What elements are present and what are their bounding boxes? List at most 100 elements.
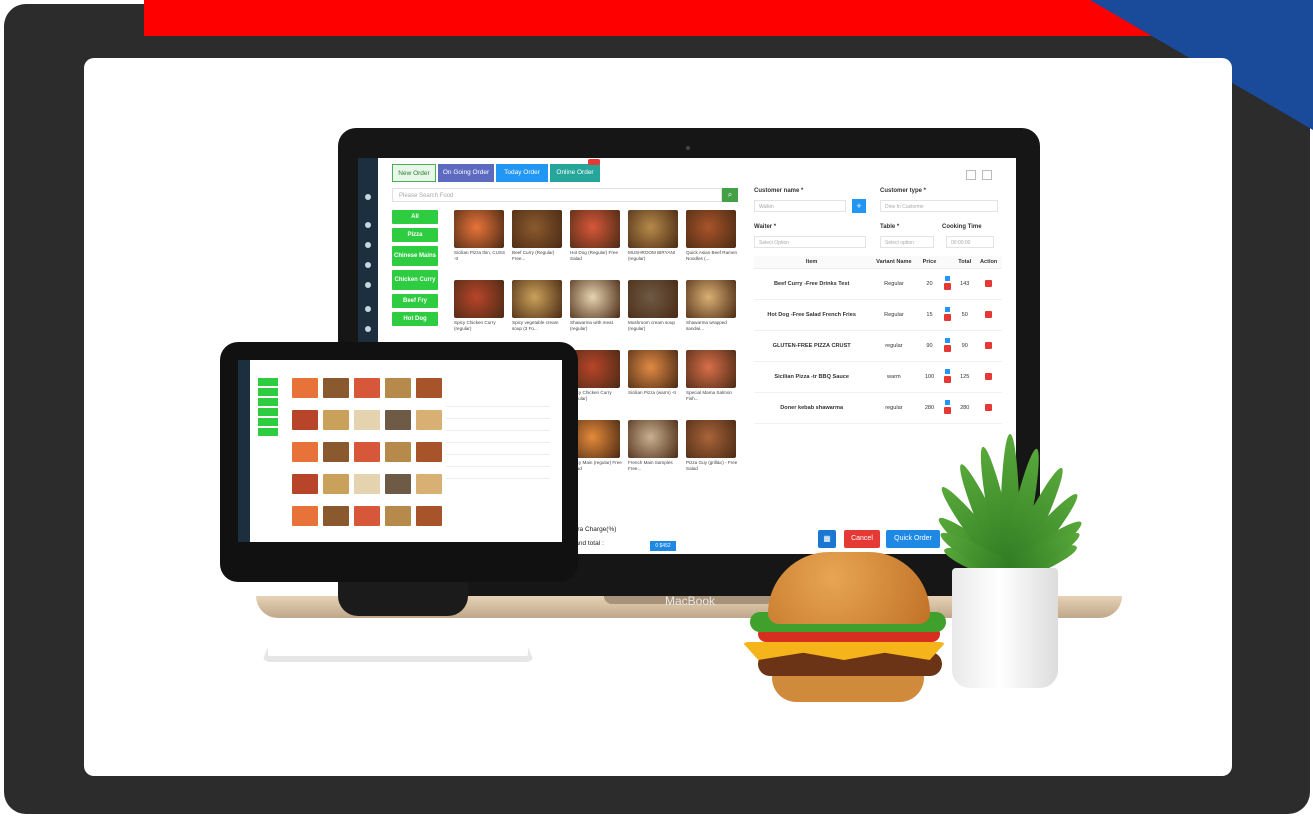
- settings-icon[interactable]: [365, 306, 371, 312]
- tab-today-order[interactable]: Today Order: [496, 164, 548, 182]
- order-row: Beef Curry -Free Drinks Test Regular 20 143: [754, 268, 1002, 300]
- tablet-food-thumb[interactable]: [292, 506, 318, 526]
- tablet-food-thumb[interactable]: [323, 474, 349, 494]
- waiter-select[interactable]: Select Option: [754, 236, 866, 248]
- delete-icon[interactable]: [975, 268, 1002, 300]
- add-customer-icon[interactable]: +: [852, 199, 866, 213]
- food-item[interactable]: MUSHROOM BIRYANI (regular): [628, 210, 680, 262]
- tablet-food-thumb[interactable]: [354, 442, 380, 462]
- quantity-stepper[interactable]: [940, 361, 955, 393]
- burger-cheese: [742, 642, 946, 660]
- category-pizza[interactable]: Pizza: [392, 228, 438, 242]
- cart-icon[interactable]: [365, 262, 371, 268]
- tablet-food-thumb[interactable]: [416, 378, 442, 398]
- tablet-category[interactable]: [258, 378, 278, 386]
- home-icon[interactable]: [365, 194, 371, 200]
- tablet-order-row: [446, 442, 550, 443]
- tablet-food-thumb[interactable]: [416, 506, 442, 526]
- delete-icon[interactable]: [975, 330, 1002, 362]
- category-chicken-curry[interactable]: Chicken Curry: [392, 270, 438, 290]
- tablet-food-thumb[interactable]: [292, 378, 318, 398]
- tablet-food-thumb[interactable]: [354, 506, 380, 526]
- delete-icon[interactable]: [975, 299, 1002, 331]
- tablet-food-thumb[interactable]: [385, 442, 411, 462]
- food-item[interactable]: Shawarma wrapped sandwi...: [686, 280, 738, 332]
- food-item[interactable]: Beef Curry (Regular) Free...: [512, 210, 564, 262]
- tablet-food-thumb[interactable]: [385, 410, 411, 430]
- tablet-food-thumb[interactable]: [292, 442, 318, 462]
- tab-ongoing-order[interactable]: On Going Order: [438, 164, 494, 182]
- tablet-food-thumb[interactable]: [323, 410, 349, 430]
- order-row: Doner kebab shawarma regular 280 280: [754, 392, 1002, 424]
- menu-icon[interactable]: [365, 242, 371, 248]
- tablet-food-thumb[interactable]: [323, 506, 349, 526]
- report-icon[interactable]: [365, 282, 371, 288]
- food-name: Hot Dog (Regular) Free Salad: [570, 250, 618, 261]
- tablet-food-thumb[interactable]: [354, 410, 380, 430]
- food-item[interactable]: Shawarma with meat (regular): [570, 280, 622, 332]
- tablet-food-thumb[interactable]: [385, 506, 411, 526]
- cancel-button[interactable]: Cancel: [844, 530, 880, 548]
- food-search-input[interactable]: Please Search Food: [392, 188, 722, 202]
- delete-icon[interactable]: [975, 361, 1002, 393]
- tablet-food-thumb[interactable]: [416, 474, 442, 494]
- tablet-food-thumb[interactable]: [323, 442, 349, 462]
- tablet-food-thumb[interactable]: [416, 442, 442, 462]
- food-item[interactable]: Spicy Chicken Curry (regular): [454, 280, 506, 332]
- tablet-food-thumb[interactable]: [385, 474, 411, 494]
- tablet-food-thumb[interactable]: [354, 474, 380, 494]
- search-icon[interactable]: ⌕: [722, 188, 738, 202]
- quantity-stepper[interactable]: [940, 268, 955, 300]
- tab-online-order[interactable]: Online Order: [550, 164, 600, 182]
- tablet-food-thumb[interactable]: [292, 410, 318, 430]
- order-variant: regular: [869, 330, 919, 362]
- food-item[interactable]: Sicilian Pizza (warm) -tr: [628, 350, 680, 402]
- cooking-time-input[interactable]: 00:00:00: [946, 236, 994, 248]
- tablet-category[interactable]: [258, 418, 278, 426]
- tablet-sidebar: [238, 360, 250, 542]
- category-chinese-mains[interactable]: Chinese Mains: [392, 246, 438, 266]
- tablet-food-thumb[interactable]: [292, 474, 318, 494]
- calculator-icon[interactable]: ▦: [818, 530, 836, 548]
- quantity-stepper[interactable]: [940, 392, 955, 424]
- order-row: Sicilian Pizza -tr BBQ Sauce warm 100 125: [754, 361, 1002, 393]
- food-image: [686, 280, 736, 318]
- category-all[interactable]: All: [392, 210, 438, 224]
- food-item[interactable]: Sicilian Pizza thin, CUSS -tr: [454, 210, 506, 262]
- tablet-category[interactable]: [258, 398, 278, 406]
- food-image: [454, 210, 504, 248]
- order-table-header: Item: [754, 256, 870, 269]
- tablet-food-thumb[interactable]: [385, 378, 411, 398]
- delete-icon[interactable]: [975, 392, 1002, 424]
- quantity-stepper[interactable]: [940, 330, 955, 362]
- food-item[interactable]: Mushroom cream soup (regular): [628, 280, 680, 332]
- tablet-category[interactable]: [258, 388, 278, 396]
- expand-icon[interactable]: [982, 170, 992, 180]
- food-item[interactable]: Special Mama Salmon Fish...: [686, 350, 738, 402]
- tablet-category[interactable]: [258, 408, 278, 416]
- customer-type-select[interactable]: Dine In Customer: [880, 200, 998, 212]
- food-item[interactable]: Hot Dog (Regular) Free Salad: [570, 210, 622, 262]
- table-select[interactable]: Select option: [880, 236, 934, 248]
- food-name: Pizza Guy (grill&c) - Free Salad: [686, 460, 738, 471]
- food-item[interactable]: French Main Samples Free...: [628, 420, 680, 472]
- food-item[interactable]: Pizza Guy (grill&c) - Free Salad: [686, 420, 738, 472]
- customer-name-select[interactable]: Walkin: [754, 200, 846, 212]
- tablet-food-thumb[interactable]: [323, 378, 349, 398]
- tablet-food-thumb[interactable]: [416, 410, 442, 430]
- order-icon[interactable]: [365, 222, 371, 228]
- order-price: 280: [918, 392, 941, 424]
- tablet-food-thumb[interactable]: [354, 378, 380, 398]
- tab-new-order[interactable]: New Order: [392, 164, 436, 182]
- category-beef-fry[interactable]: Beef Fry: [392, 294, 438, 308]
- food-item[interactable]: Quick Asian Beef Ramen Noodles (...: [686, 210, 738, 262]
- tablet-category[interactable]: [258, 428, 278, 436]
- category-hot-dog[interactable]: Hot Dog: [392, 312, 438, 326]
- waiter-label: Waiter *: [754, 224, 777, 230]
- logout-icon[interactable]: [365, 326, 371, 332]
- food-image: [686, 420, 736, 458]
- quantity-stepper[interactable]: [940, 299, 955, 331]
- food-item[interactable]: Spicy vegetable cream soup (3 Fo...: [512, 280, 564, 332]
- quick-order-button[interactable]: Quick Order: [886, 530, 940, 548]
- grid-icon[interactable]: [966, 170, 976, 180]
